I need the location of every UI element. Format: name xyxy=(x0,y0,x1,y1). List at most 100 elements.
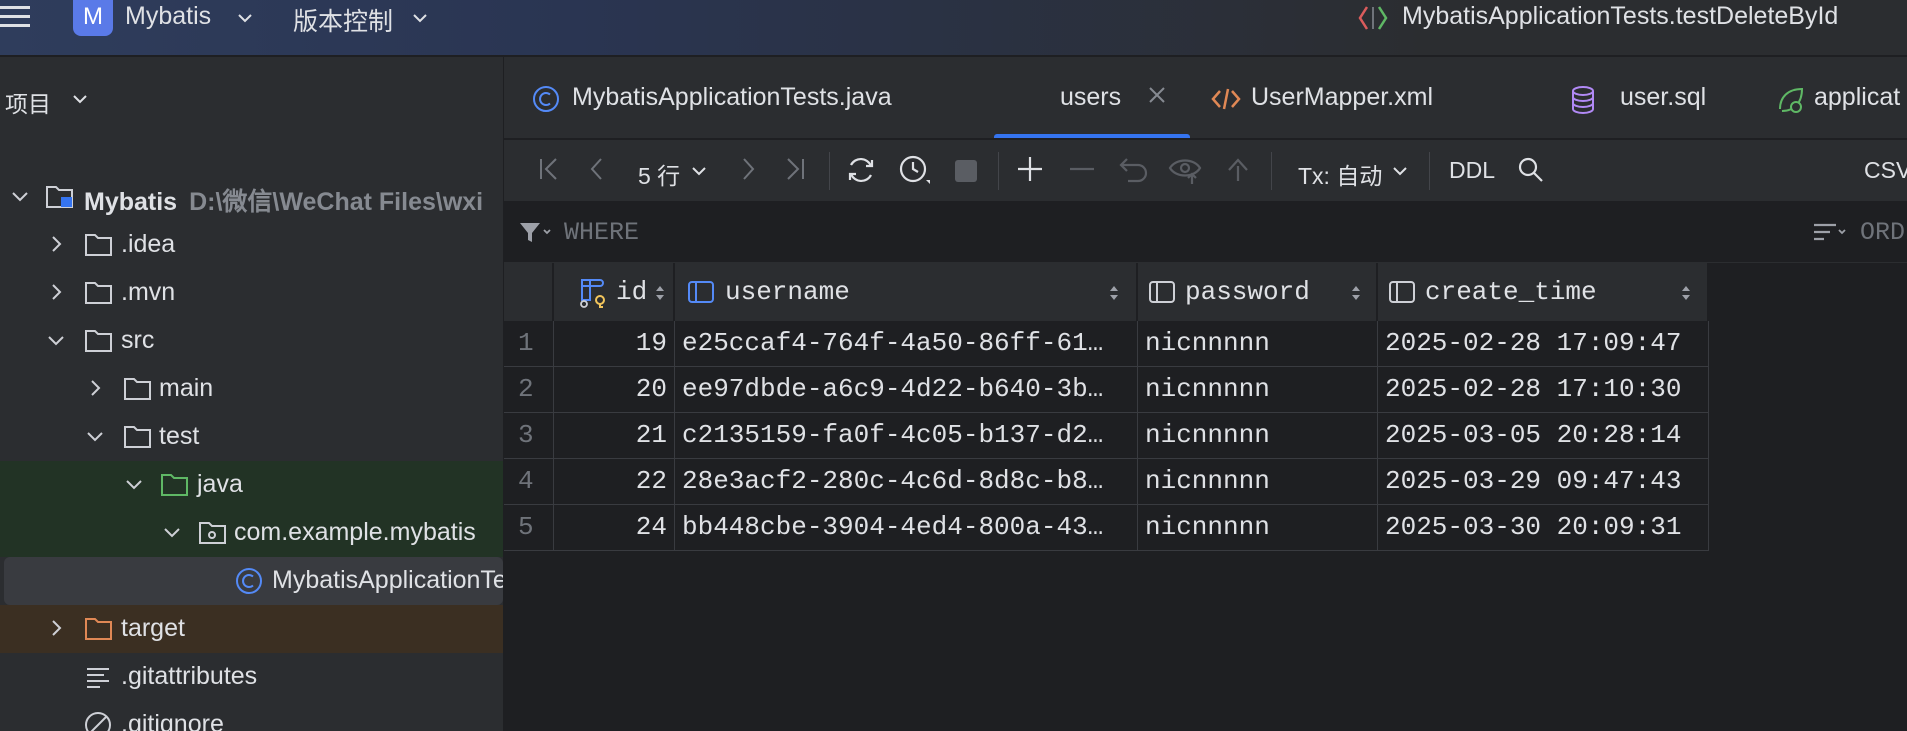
tab-usermapper-xml[interactable]: UserMapper.xml xyxy=(1200,57,1530,138)
tab-application[interactable]: applicat xyxy=(1764,57,1907,138)
chevron-right-icon[interactable] xyxy=(46,618,66,638)
transaction-mode-selector[interactable]: Tx: 自动 xyxy=(1298,157,1382,191)
project-selector[interactable]: Mybatis xyxy=(125,2,211,31)
page-size-selector[interactable]: 5 行 xyxy=(638,157,680,191)
column-header-username[interactable]: username xyxy=(675,263,1137,321)
cell-username[interactable]: bb448cbe-3904-4ed4-800a-43… xyxy=(675,505,1138,551)
chevron-down-icon[interactable] xyxy=(235,8,255,28)
tree-item-gitattributes[interactable]: .gitattributes xyxy=(0,653,503,701)
cell-id[interactable]: 22 xyxy=(554,459,675,505)
chevron-right-icon[interactable] xyxy=(46,282,66,302)
tab-user-sql[interactable]: user.sql xyxy=(1540,57,1720,138)
table-row[interactable]: 5 24 bb448cbe-3904-4ed4-800a-43… nicnnnn… xyxy=(504,505,1734,551)
cell-password[interactable]: nicnnnnn xyxy=(1138,505,1378,551)
cell-create-time[interactable]: 2025-02-28 17:10:30 xyxy=(1378,367,1709,413)
sort-toggle-icon[interactable] xyxy=(1350,284,1362,302)
tree-item-root[interactable]: Mybatis D:\微信\WeChat Files\wxi xyxy=(0,173,503,221)
chevron-down-icon[interactable] xyxy=(410,8,430,28)
chevron-down-icon[interactable] xyxy=(124,474,144,494)
run-configuration-selector[interactable]: MybatisApplicationTests.testDeleteById xyxy=(1402,2,1838,31)
revert-icon[interactable] xyxy=(1118,154,1150,184)
tree-item-label: main xyxy=(159,374,214,402)
chevron-right-icon[interactable] xyxy=(85,378,105,398)
tree-item-label: java xyxy=(197,470,243,498)
tab-mybatis-tests[interactable]: MybatisApplicationTests.java xyxy=(504,57,984,138)
tree-item-java[interactable]: java xyxy=(0,461,503,509)
tree-item-gitignore[interactable]: .gitignore xyxy=(0,701,503,731)
tree-item-test[interactable]: test xyxy=(0,413,503,461)
cell-id[interactable]: 19 xyxy=(554,321,675,367)
tree-item-mvn[interactable]: .mvn xyxy=(0,269,503,317)
row-number: 4 xyxy=(504,459,554,505)
cell-username[interactable]: 28e3acf2-280c-4c6d-8d8c-b8… xyxy=(675,459,1138,505)
cell-username[interactable]: c2135159-fa0f-4c05-b137-d2… xyxy=(675,413,1138,459)
search-icon[interactable] xyxy=(1517,156,1545,184)
column-header-create-time[interactable]: create_time xyxy=(1378,263,1708,321)
cell-create-time[interactable]: 2025-03-30 20:09:31 xyxy=(1378,505,1709,551)
sort-toggle-icon[interactable] xyxy=(654,284,666,302)
main-menu-icon[interactable] xyxy=(0,2,30,32)
table-row[interactable]: 1 19 e25ccaf4-764f-4a50-86ff-61… nicnnnn… xyxy=(504,321,1734,367)
tree-item-package[interactable]: com.example.mybatis xyxy=(0,509,503,557)
preview-changes-icon[interactable] xyxy=(1168,154,1204,186)
cell-username[interactable]: e25ccaf4-764f-4a50-86ff-61… xyxy=(675,321,1138,367)
cell-password[interactable]: nicnnnnn xyxy=(1138,413,1378,459)
last-page-icon[interactable] xyxy=(782,154,808,184)
tree-item-target[interactable]: target xyxy=(0,605,503,653)
package-icon xyxy=(198,519,228,547)
sort-toggle-icon[interactable] xyxy=(1680,284,1692,302)
refresh-icon[interactable] xyxy=(845,154,877,186)
next-page-icon[interactable] xyxy=(738,154,758,184)
vcs-menu[interactable]: 版本控制 xyxy=(293,2,393,38)
cell-password[interactable]: nicnnnnn xyxy=(1138,367,1378,413)
cell-create-time[interactable]: 2025-03-05 20:28:14 xyxy=(1378,413,1709,459)
stop-icon[interactable] xyxy=(953,158,979,184)
folder-icon xyxy=(84,279,114,307)
order-by-input[interactable]: ORDER BY xyxy=(1860,218,1907,247)
column-header-id[interactable]: id xyxy=(554,263,674,321)
table-row[interactable]: 2 20 ee97dbde-a6c9-4d22-b640-3b… nicnnnn… xyxy=(504,367,1734,413)
export-format-selector[interactable]: CSV xyxy=(1864,157,1907,184)
tab-users[interactable]: users xyxy=(994,57,1190,138)
project-badge[interactable]: M xyxy=(73,0,113,36)
where-filter-input[interactable]: WHERE xyxy=(564,218,639,247)
tree-item-src[interactable]: src xyxy=(0,317,503,365)
cell-id[interactable]: 20 xyxy=(554,367,675,413)
test-sources-folder-icon xyxy=(160,471,190,499)
submit-icon[interactable] xyxy=(1223,154,1253,184)
chevron-right-icon[interactable] xyxy=(46,234,66,254)
project-panel-title[interactable]: 项目 xyxy=(5,85,51,119)
cell-id[interactable]: 24 xyxy=(554,505,675,551)
chevron-down-icon[interactable] xyxy=(162,522,182,542)
tree-item-idea[interactable]: .idea xyxy=(0,221,503,269)
cell-create-time[interactable]: 2025-02-28 17:09:47 xyxy=(1378,321,1709,367)
sort-toggle-icon[interactable] xyxy=(1108,284,1120,302)
filter-icon[interactable] xyxy=(518,221,552,245)
first-page-icon[interactable] xyxy=(536,154,562,184)
previous-page-icon[interactable] xyxy=(587,154,607,184)
ddl-button[interactable]: DDL xyxy=(1449,157,1495,184)
history-icon[interactable] xyxy=(898,154,932,188)
chevron-down-icon[interactable] xyxy=(70,89,90,109)
cell-password[interactable]: nicnnnnn xyxy=(1138,321,1378,367)
table-row[interactable]: 3 21 c2135159-fa0f-4c05-b137-d2… nicnnnn… xyxy=(504,413,1734,459)
chevron-down-icon[interactable] xyxy=(690,162,708,180)
excluded-folder-icon xyxy=(84,615,114,643)
chevron-down-icon[interactable] xyxy=(46,330,66,350)
cell-password[interactable]: nicnnnnn xyxy=(1138,459,1378,505)
cell-id[interactable]: 21 xyxy=(554,413,675,459)
table-row[interactable]: 4 22 28e3acf2-280c-4c6d-8d8c-b8… nicnnnn… xyxy=(504,459,1734,505)
column-header-password[interactable]: password xyxy=(1138,263,1377,321)
close-icon[interactable] xyxy=(1147,85,1167,105)
cell-username[interactable]: ee97dbde-a6c9-4d22-b640-3b… xyxy=(675,367,1138,413)
chevron-down-icon[interactable] xyxy=(85,426,105,446)
cell-create-time[interactable]: 2025-03-29 09:47:43 xyxy=(1378,459,1709,505)
chevron-down-icon[interactable] xyxy=(10,186,30,206)
tree-item-label: .gitattributes xyxy=(121,662,258,690)
chevron-down-icon[interactable] xyxy=(1391,162,1409,180)
sort-icon[interactable] xyxy=(1812,221,1848,245)
delete-row-icon[interactable] xyxy=(1067,154,1097,184)
tree-item-test-class[interactable]: MybatisApplicationTests xyxy=(4,557,503,605)
add-row-icon[interactable] xyxy=(1015,154,1045,184)
tree-item-main[interactable]: main xyxy=(0,365,503,413)
